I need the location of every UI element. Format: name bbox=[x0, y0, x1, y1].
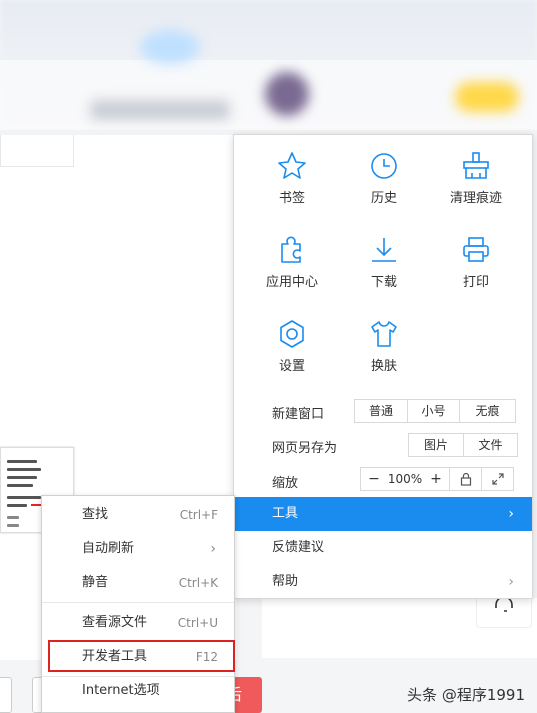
menu-item-clear-traces[interactable]: 清理痕迹 bbox=[430, 151, 522, 221]
menu-item-history[interactable]: 历史 bbox=[338, 151, 430, 221]
zoom-value: 100% bbox=[387, 472, 423, 486]
new-window-label: 新建窗口 bbox=[272, 407, 325, 422]
tools-submenu: 查找 Ctrl+F 自动刷新 › 静音 Ctrl+K 查看源文件 Ctrl+U … bbox=[41, 495, 235, 713]
menu-item-app-center[interactable]: 应用中心 bbox=[246, 235, 338, 305]
submenu-item-label: 查看源文件 bbox=[82, 615, 148, 630]
submenu-item-internet-options[interactable]: Internet选项 bbox=[42, 674, 234, 708]
lock-icon bbox=[460, 472, 471, 486]
save-as-label: 网页另存为 bbox=[272, 441, 338, 456]
zoom-out-button[interactable]: − bbox=[361, 468, 387, 490]
page-tab bbox=[0, 135, 74, 167]
chevron-right-icon: › bbox=[210, 541, 216, 557]
menu-item-label: 清理痕迹 bbox=[449, 191, 502, 206]
menu-item-label: 应用中心 bbox=[265, 275, 318, 290]
zoom-control: − 100% + bbox=[360, 467, 514, 491]
browser-main-menu: 书签 历史 清理痕迹 应用中心 下载 打印 设置 换肤 新建窗口 普通 小号 无… bbox=[233, 134, 533, 599]
gear-icon bbox=[280, 320, 304, 348]
menu-item-label: 工具 bbox=[272, 506, 299, 521]
submenu-item-label: 静音 bbox=[82, 575, 109, 590]
menu-item-bookmarks[interactable]: 书签 bbox=[246, 151, 338, 221]
star-icon bbox=[278, 152, 306, 179]
submenu-item-label: 查找 bbox=[82, 507, 109, 522]
submenu-item-find[interactable]: 查找 Ctrl+F bbox=[42, 498, 234, 532]
submenu-item-label: 自动刷新 bbox=[82, 541, 135, 556]
zoom-in-button[interactable]: + bbox=[423, 468, 449, 490]
new-window-incognito-button[interactable]: 无痕 bbox=[459, 400, 515, 422]
menu-item-label: 历史 bbox=[370, 191, 397, 206]
menu-item-label: 帮助 bbox=[272, 574, 299, 589]
puzzle-icon bbox=[281, 236, 301, 263]
new-window-options: 普通 小号 无痕 bbox=[354, 399, 516, 423]
page-button[interactable] bbox=[0, 677, 12, 713]
submenu-item-label: Internet选项 bbox=[82, 683, 160, 698]
annotation-highlight-box bbox=[48, 640, 235, 672]
new-window-normal-button[interactable]: 普通 bbox=[355, 400, 407, 422]
menu-item-label: 下载 bbox=[370, 275, 397, 290]
menu-item-help[interactable]: 帮助 › bbox=[234, 565, 532, 599]
printer-icon bbox=[463, 237, 489, 262]
watermark: 头条 @程序1991 bbox=[407, 686, 525, 704]
menu-item-label: 换肤 bbox=[370, 359, 397, 374]
save-as-file-button[interactable]: 文件 bbox=[463, 434, 517, 456]
expand-icon bbox=[491, 473, 504, 485]
submenu-item-view-source[interactable]: 查看源文件 Ctrl+U bbox=[42, 606, 234, 640]
menu-item-label: 反馈建议 bbox=[272, 540, 325, 555]
menu-item-print[interactable]: 打印 bbox=[430, 235, 522, 305]
shortcut-label: Ctrl+F bbox=[179, 508, 218, 522]
blurred-icon bbox=[140, 30, 200, 64]
clock-icon bbox=[371, 153, 397, 179]
chevron-right-icon: › bbox=[508, 574, 514, 590]
menu-item-label: 设置 bbox=[278, 359, 305, 374]
save-as-options: 图片 文件 bbox=[408, 433, 518, 457]
zoom-lock-button[interactable] bbox=[449, 468, 481, 490]
menu-item-label: 打印 bbox=[462, 275, 489, 290]
chevron-right-icon: › bbox=[508, 506, 514, 522]
submenu-item-auto-refresh[interactable]: 自动刷新 › bbox=[42, 532, 234, 566]
blurred-avatar bbox=[265, 72, 309, 116]
blurred-text bbox=[90, 100, 230, 120]
submenu-divider bbox=[42, 602, 234, 603]
new-window-small-button[interactable]: 小号 bbox=[407, 400, 459, 422]
menu-item-skin[interactable]: 换肤 bbox=[338, 319, 430, 389]
menu-item-download[interactable]: 下载 bbox=[338, 235, 430, 305]
blurred-button bbox=[455, 82, 519, 112]
menu-item-tools[interactable]: 工具 › bbox=[234, 497, 532, 531]
menu-item-settings[interactable]: 设置 bbox=[246, 319, 338, 389]
download-icon bbox=[372, 238, 396, 262]
shortcut-label: Ctrl+K bbox=[178, 576, 218, 590]
shirt-icon bbox=[371, 321, 397, 347]
broom-icon bbox=[463, 152, 489, 179]
submenu-item-mute[interactable]: 静音 Ctrl+K bbox=[42, 566, 234, 600]
save-as-image-button[interactable]: 图片 bbox=[409, 434, 463, 456]
menu-item-label: 书签 bbox=[278, 191, 305, 206]
shortcut-label: Ctrl+U bbox=[177, 616, 218, 630]
fullscreen-button[interactable] bbox=[481, 468, 513, 490]
menu-item-feedback[interactable]: 反馈建议 bbox=[234, 531, 532, 565]
zoom-label: 缩放 bbox=[272, 476, 299, 491]
